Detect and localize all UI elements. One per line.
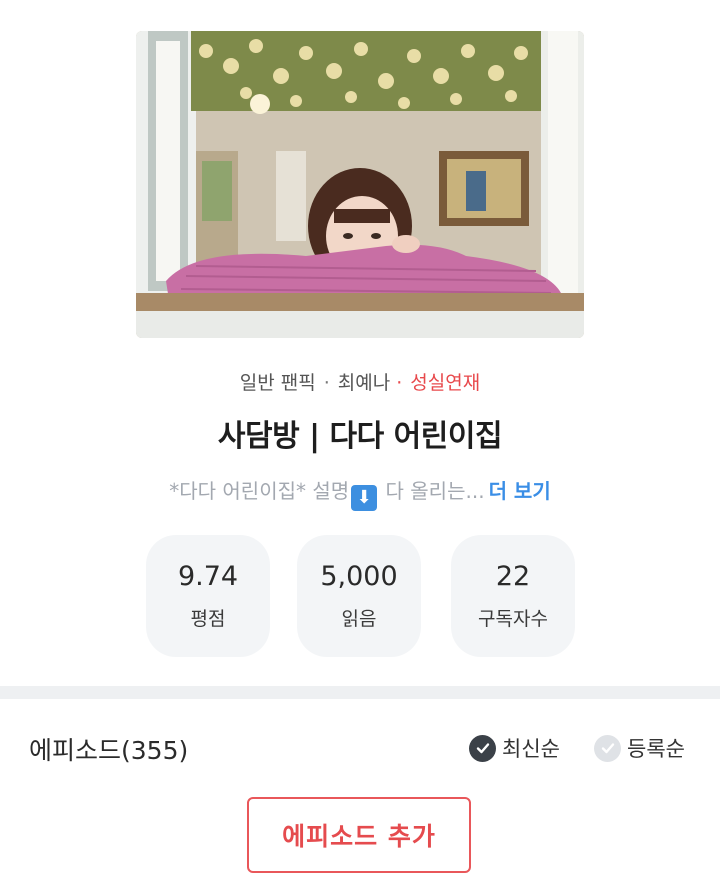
cover-image	[136, 31, 584, 338]
check-circle-icon	[469, 734, 496, 762]
status-dot: ·	[396, 372, 403, 394]
stat-value: 22	[495, 561, 531, 592]
sort-latest-option[interactable]: 최신순	[469, 733, 560, 763]
section-divider	[0, 686, 720, 699]
status-badge: 성실연재	[410, 372, 481, 394]
add-episode-button[interactable]: 에피소드 추가	[247, 797, 471, 873]
episodes-heading: 에피소드(355)	[29, 736, 189, 765]
author-name[interactable]: 최예나	[338, 372, 390, 394]
novel-meta: 일반 팬픽 · 최예나 · 성실연재	[0, 368, 720, 395]
description-text-rest: 다 올리는...	[379, 479, 485, 503]
stat-label: 읽음	[341, 608, 377, 630]
category-label[interactable]: 일반 팬픽	[240, 372, 316, 394]
page-title: 사담방 | 다다 어린이집	[217, 419, 503, 454]
sort-registered-option[interactable]: 등록순	[594, 733, 685, 763]
description-text: *다다 어린이집* 설명	[169, 479, 350, 503]
stat-label: 평점	[190, 608, 226, 630]
check-circle-icon	[594, 734, 621, 762]
separator-dot: ·	[323, 372, 330, 394]
sort-registered-label: 등록순	[627, 737, 685, 761]
down-arrow-icon: ⬇	[351, 485, 378, 511]
stat-value: 9.74	[177, 561, 239, 592]
sort-latest-label: 최신순	[502, 737, 560, 761]
novel-detail-page: 일반 팬픽 · 최예나 · 성실연재 사담방 | 다다 어린이집 *다다 어린이집* 설…	[0, 0, 720, 887]
stat-reads: 5,000 읽음	[297, 535, 421, 657]
stat-rating: 9.74 평점	[146, 535, 270, 657]
stat-label: 구독자수	[478, 608, 548, 630]
stat-value: 5,000	[320, 561, 398, 592]
more-link[interactable]: 더 보기	[489, 479, 551, 503]
description: *다다 어린이집* 설명 ⬇ 다 올리는... 더 보기	[0, 475, 720, 511]
stat-subscribers: 22 구독자수	[451, 535, 575, 657]
